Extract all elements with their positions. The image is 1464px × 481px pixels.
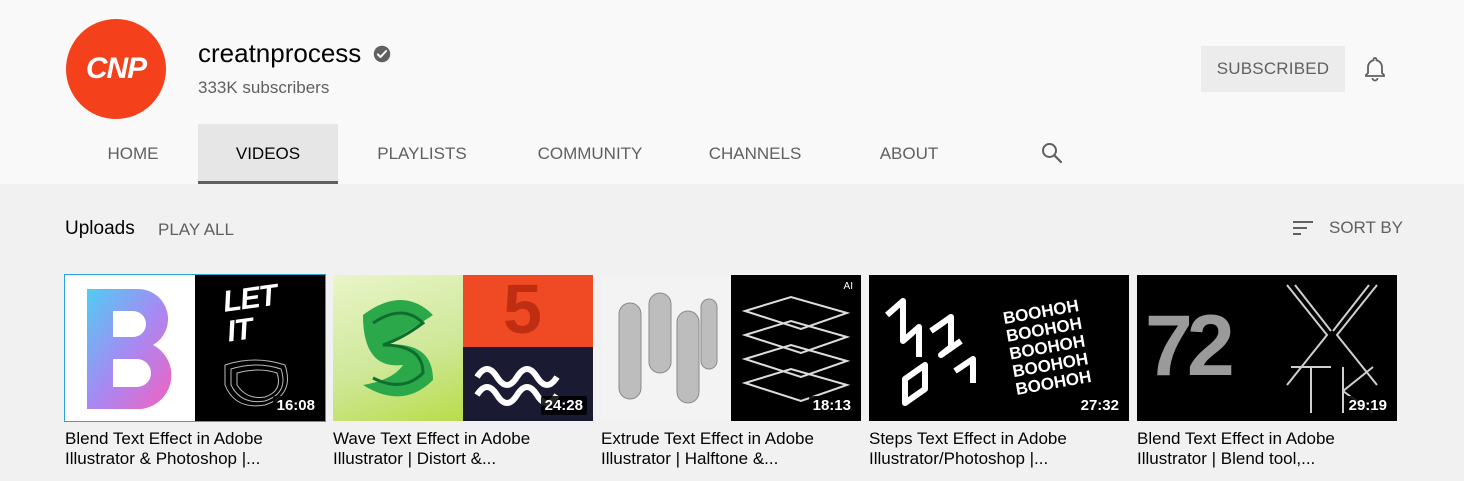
sort-icon (1291, 216, 1315, 240)
video-title[interactable]: Blend Text Effect in Adobe Illustrator &… (65, 429, 325, 469)
search-icon[interactable] (1040, 141, 1064, 165)
thumbnail-art: 5 24:28 (463, 275, 593, 421)
tab-playlists[interactable]: PLAYLISTS (338, 124, 506, 184)
video-card[interactable]: AI 18:13 Extrude Text Effect in Adobe Il… (601, 275, 861, 469)
video-duration: 24:28 (540, 396, 587, 415)
subscribed-button[interactable]: SUBSCRIBED (1201, 46, 1345, 92)
video-title[interactable]: Blend Text Effect in Adobe Illustrator |… (1137, 429, 1397, 469)
sort-by-label: SORT BY (1328, 218, 1403, 237)
video-card[interactable]: BOOHOH BOOHOH BOOHOH BOOHOH BOOHOH 27:32… (869, 275, 1129, 469)
thumbnail-art (65, 275, 195, 421)
tab-videos[interactable]: VIDEOS (198, 124, 338, 184)
video-card[interactable]: 5 24:28 Wave Text Effect in Adobe Illust… (333, 275, 593, 469)
video-card[interactable]: LET IT 16:08 Blend Text Effect in Adobe … (64, 274, 326, 469)
thumbnail-art (869, 275, 999, 421)
channel-tabs: HOME VIDEOS PLAYLISTS COMMUNITY CHANNELS… (68, 124, 982, 184)
channel-name-row: creatnprocess (198, 38, 391, 69)
check-circle-icon (373, 45, 391, 63)
video-title[interactable]: Wave Text Effect in Adobe Illustrator | … (333, 429, 593, 469)
thumbnail-art: 29:19 (1267, 275, 1397, 421)
video-thumbnail[interactable]: AI 18:13 (601, 275, 861, 421)
video-thumbnail[interactable]: LET IT 16:08 (64, 274, 326, 422)
thumbnail-text: 5 (503, 275, 542, 348)
video-grid: LET IT 16:08 Blend Text Effect in Adobe … (64, 274, 1397, 469)
bell-icon[interactable] (1361, 55, 1389, 83)
channel-name: creatnprocess (198, 38, 362, 68)
channel-header: CNP creatnprocess 333K subscribers SUBSC… (0, 0, 1464, 184)
thumbnail-art: AI 18:13 (731, 275, 861, 421)
sort-by-button[interactable]: SORT BY (1291, 216, 1403, 240)
thumbnail-text: 72 (1145, 298, 1235, 394)
video-title[interactable]: Steps Text Effect in Adobe Illustrator/P… (869, 429, 1129, 469)
avatar-logo-text: CNP (85, 52, 147, 85)
thumbnail-art (601, 275, 731, 421)
tab-home[interactable]: HOME (68, 124, 198, 184)
video-duration: 27:32 (1076, 396, 1123, 415)
video-thumbnail[interactable]: 5 24:28 (333, 275, 593, 421)
channel-avatar[interactable]: CNP (66, 19, 166, 119)
thumbnail-art: 72 (1137, 275, 1267, 421)
video-thumbnail[interactable]: 72 29:19 (1137, 275, 1397, 421)
thumbnail-art: LET IT 16:08 (195, 275, 325, 421)
thumbnail-art (333, 275, 463, 421)
uploads-section-header: Uploads PLAY ALL SORT BY (65, 216, 1403, 244)
video-duration: 16:08 (272, 396, 319, 415)
video-duration: 29:19 (1344, 396, 1391, 415)
tab-community[interactable]: COMMUNITY (506, 124, 674, 184)
video-duration: 18:13 (808, 396, 855, 415)
video-card[interactable]: 72 29:19 Blend Text Effect in Adobe Illu… (1137, 275, 1397, 469)
tab-about[interactable]: ABOUT (836, 124, 982, 184)
tab-channels[interactable]: CHANNELS (674, 124, 836, 184)
thumbnail-art: BOOHOH BOOHOH BOOHOH BOOHOH BOOHOH 27:32 (999, 275, 1129, 421)
subscriber-count: 333K subscribers (198, 78, 330, 97)
video-title[interactable]: Extrude Text Effect in Adobe Illustrator… (601, 429, 861, 469)
play-all-button[interactable]: PLAY ALL (158, 220, 234, 240)
section-title[interactable]: Uploads (65, 218, 135, 240)
video-thumbnail[interactable]: BOOHOH BOOHOH BOOHOH BOOHOH BOOHOH 27:32 (869, 275, 1129, 421)
